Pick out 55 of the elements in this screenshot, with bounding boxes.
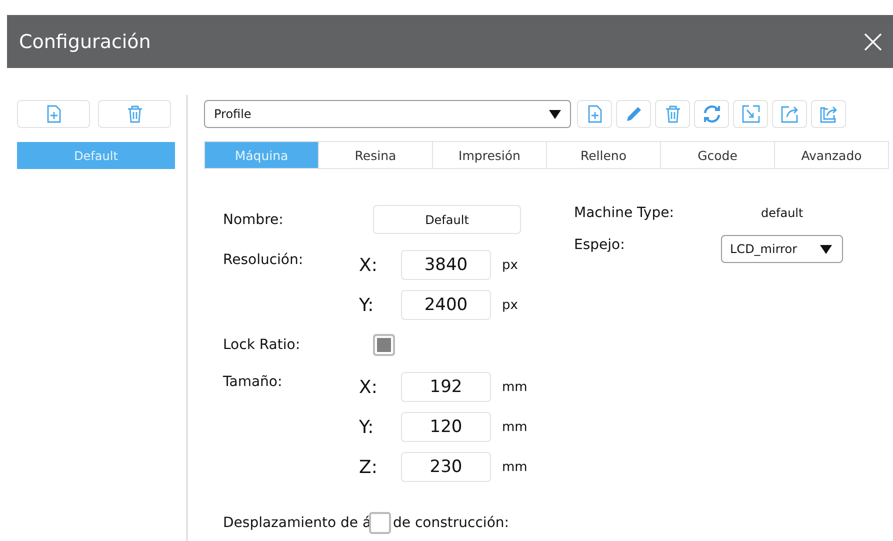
profile-dropdown[interactable]: Profile bbox=[204, 100, 571, 128]
field-label: Espejo: bbox=[574, 236, 626, 253]
tab[interactable]: Gcode bbox=[660, 142, 774, 168]
unit-label: mm bbox=[502, 420, 528, 434]
number-field[interactable]: 3840 bbox=[401, 250, 491, 280]
import-button[interactable] bbox=[733, 100, 768, 128]
number-field[interactable]: 120 bbox=[401, 412, 491, 442]
field-label: Machine Type: bbox=[574, 205, 675, 221]
trash-icon bbox=[664, 105, 680, 123]
export-all-button[interactable] bbox=[811, 100, 846, 128]
caret-icon bbox=[549, 110, 561, 118]
axis-label: X: bbox=[359, 254, 378, 276]
new-button[interactable] bbox=[577, 100, 612, 128]
name-field[interactable]: Default bbox=[373, 205, 521, 234]
export-button[interactable] bbox=[772, 100, 807, 128]
field-label: Nombre: bbox=[223, 211, 284, 230]
field-label: Tamaño: bbox=[223, 373, 284, 392]
unit-label: mm bbox=[502, 460, 528, 474]
axis-label: X: bbox=[359, 376, 378, 398]
import-icon bbox=[742, 105, 760, 123]
tab[interactable]: Relleno bbox=[546, 142, 660, 168]
caret-icon bbox=[820, 244, 832, 254]
close-icon[interactable] bbox=[863, 32, 883, 52]
checkbox[interactable] bbox=[369, 512, 392, 534]
trash-icon bbox=[126, 105, 142, 123]
new-file-icon bbox=[46, 105, 62, 123]
export-all-icon bbox=[820, 105, 838, 123]
tab[interactable]: Impresión bbox=[432, 142, 546, 168]
unit-label: px bbox=[502, 298, 518, 312]
field-label: de construcción: bbox=[393, 515, 509, 531]
number-field[interactable]: 2400 bbox=[401, 290, 491, 320]
field-label: Resolución: bbox=[223, 251, 304, 270]
new-profile-button[interactable] bbox=[17, 100, 90, 128]
mirror-dropdown[interactable]: LCD_mirror bbox=[721, 235, 843, 263]
pencil-icon bbox=[624, 105, 642, 123]
unit-label: mm bbox=[502, 380, 528, 394]
refresh-icon bbox=[702, 105, 722, 123]
delete-button[interactable] bbox=[655, 100, 690, 128]
field-value: default bbox=[761, 206, 804, 220]
axis-label: Y: bbox=[359, 416, 375, 438]
window-title: Configuración bbox=[19, 30, 151, 52]
delete-profile-button[interactable] bbox=[98, 100, 171, 128]
export-icon bbox=[780, 105, 798, 123]
refresh-button[interactable] bbox=[694, 100, 729, 128]
unit-label: px bbox=[502, 258, 518, 272]
axis-label: Y: bbox=[359, 294, 375, 316]
number-field[interactable]: 230 bbox=[401, 452, 491, 482]
new-file-icon bbox=[586, 105, 602, 123]
number-field[interactable]: 192 bbox=[401, 372, 491, 402]
checkbox[interactable] bbox=[373, 334, 395, 356]
field-label: Lock Ratio: bbox=[223, 337, 302, 353]
tab[interactable]: Resina bbox=[318, 142, 432, 168]
axis-label: Z: bbox=[359, 456, 378, 478]
edit-button[interactable] bbox=[616, 100, 651, 128]
tab[interactable]: Avanzado bbox=[774, 142, 888, 168]
